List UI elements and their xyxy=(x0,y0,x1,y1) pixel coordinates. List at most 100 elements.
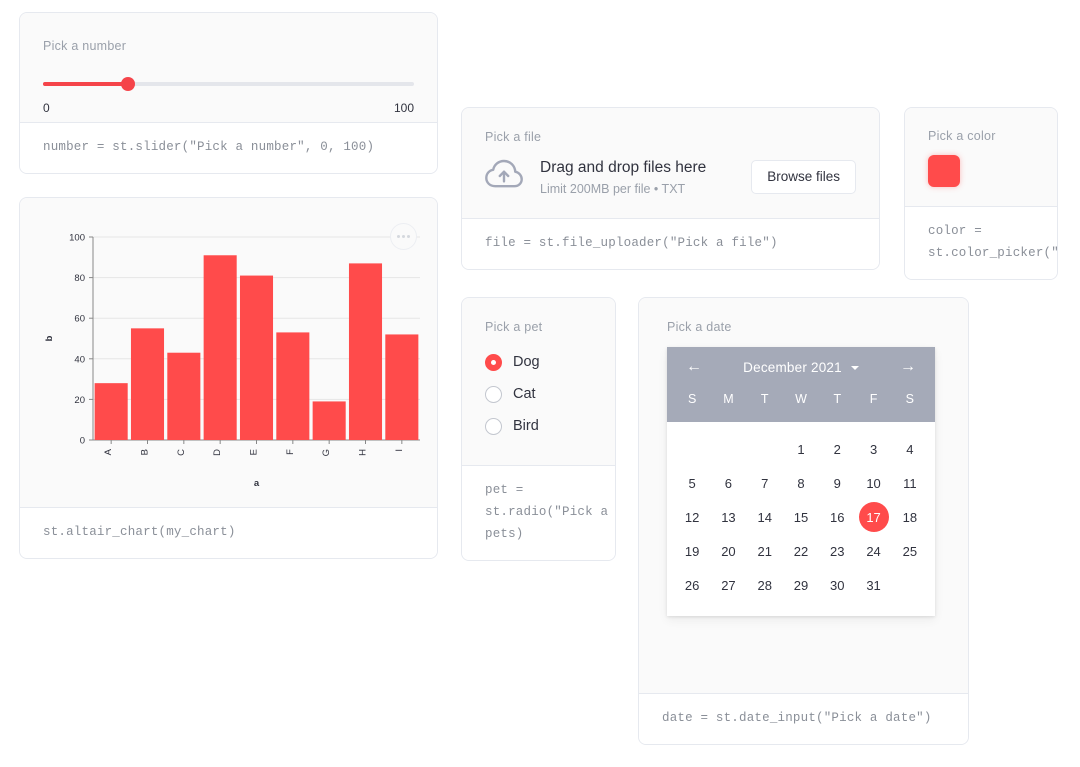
x-tick-label: G xyxy=(321,449,332,456)
calendar-day[interactable]: 5 xyxy=(674,466,710,500)
x-tick-label: A xyxy=(103,448,114,455)
overflow-dots-icon[interactable] xyxy=(390,223,417,250)
calendar-day[interactable]: 6 xyxy=(710,466,746,500)
calendar-day[interactable]: 24 xyxy=(855,534,891,568)
calendar-day-number: 9 xyxy=(833,475,841,491)
y-tick-label: 80 xyxy=(74,273,85,284)
weekday-3: W xyxy=(795,392,807,406)
calendar-day[interactable]: 13 xyxy=(710,500,746,534)
radio-option-cat[interactable]: Cat xyxy=(485,379,592,409)
radio-option-label: Bird xyxy=(513,418,539,434)
weekday-5: F xyxy=(869,392,878,406)
calendar-day[interactable]: 22 xyxy=(783,534,819,568)
bar-B xyxy=(130,328,165,440)
x-tick-label: B xyxy=(140,449,151,455)
weekday-6: S xyxy=(905,392,915,406)
color-card-body: Pick a color xyxy=(905,108,1057,207)
calendar-day[interactable]: 30 xyxy=(819,568,855,602)
calendar-day[interactable]: 19 xyxy=(674,534,710,568)
calendar-day-number: 23 xyxy=(830,543,845,559)
app-canvas: Pick a number 0 100 number = st.slider("… xyxy=(0,0,1080,767)
calendar-weekday-row: SMTWTFS xyxy=(667,387,935,415)
dropzone-title: Drag and drop files here xyxy=(540,159,707,176)
calendar-day[interactable]: 14 xyxy=(747,500,783,534)
calendar-day[interactable]: 11 xyxy=(892,466,928,500)
bar-H xyxy=(348,263,383,440)
radio-dot-icon[interactable] xyxy=(485,417,502,435)
color-swatch-button[interactable] xyxy=(928,155,960,187)
date-input-label: Pick a date xyxy=(667,320,732,334)
calendar-day-number: 5 xyxy=(688,475,696,491)
slider-min-label: 0 xyxy=(43,101,50,115)
calendar-day[interactable]: 3 xyxy=(855,432,891,466)
calendar-day[interactable]: 9 xyxy=(819,466,855,500)
calendar-day[interactable]: 2 xyxy=(819,432,855,466)
calendar-day-number: 6 xyxy=(724,475,733,491)
radio-option-label: Cat xyxy=(513,386,536,402)
radio-group: Dog Cat Bird xyxy=(485,347,592,441)
calendar-month-text: December 2021 xyxy=(743,359,842,375)
x-tick-label: C xyxy=(176,449,187,456)
calendar-day-selected[interactable]: 17 xyxy=(855,500,891,534)
slider-card-body: Pick a number 0 100 xyxy=(20,13,437,123)
calendar-day[interactable]: 23 xyxy=(819,534,855,568)
dot xyxy=(397,235,400,238)
calendar-day-number: 11 xyxy=(903,475,917,491)
y-tick-label: 0 xyxy=(80,436,85,447)
file-dropzone[interactable]: Drag and drop files here Limit 200MB per… xyxy=(485,158,856,196)
calendar-day[interactable]: 20 xyxy=(710,534,746,568)
calendar-day[interactable]: 27 xyxy=(710,568,746,602)
calendar-day-number: 26 xyxy=(684,577,700,593)
calendar-day[interactable]: 10 xyxy=(855,466,891,500)
calendar-day[interactable]: 21 xyxy=(747,534,783,568)
slider-control[interactable] xyxy=(43,77,414,91)
calendar-day[interactable]: 28 xyxy=(747,568,783,602)
calendar-day-number: 27 xyxy=(721,577,736,593)
slider-thumb[interactable] xyxy=(121,77,136,91)
caret-down-icon[interactable] xyxy=(850,365,859,370)
calendar-day-number: 2 xyxy=(833,441,841,457)
calendar-day[interactable]: 4 xyxy=(892,432,928,466)
date-card-body: Pick a date ← December 2021 → SMTWTFS 00… xyxy=(639,298,968,694)
calendar-day[interactable]: 7 xyxy=(747,466,783,500)
arrow-left-icon[interactable]: ← xyxy=(681,359,707,375)
date-input-widget-card: Pick a date ← December 2021 → SMTWTFS 00… xyxy=(638,297,969,745)
radio-group-label: Pick a pet xyxy=(485,320,543,334)
browse-files-button[interactable]: Browse files xyxy=(751,159,856,195)
radio-dot-icon[interactable] xyxy=(485,353,502,371)
weekday-1: M xyxy=(723,392,734,406)
calendar-day[interactable]: 12 xyxy=(674,500,710,534)
calendar-day[interactable]: 1 xyxy=(783,432,819,466)
color-picker-label: Pick a color xyxy=(928,129,996,143)
chart-code-snippet: st.altair_chart(my_chart) xyxy=(20,507,437,558)
cloud-upload-icon xyxy=(485,159,523,194)
radio-option-bird[interactable]: Bird xyxy=(485,411,592,441)
calendar-day-grid: 0001234567891011121314151617181920212223… xyxy=(667,422,935,616)
calendar-day-number: 31 xyxy=(866,577,881,593)
calendar-day[interactable]: 16 xyxy=(819,500,855,534)
calendar-nav: ← December 2021 → xyxy=(667,347,935,387)
calendar-empty-cell: 0 xyxy=(710,432,746,466)
calendar-day-number: 4 xyxy=(906,441,914,457)
arrow-right-icon[interactable]: → xyxy=(895,359,921,375)
calendar-day[interactable]: 29 xyxy=(783,568,819,602)
calendar-day-number: 13 xyxy=(721,509,736,525)
calendar-empty-cell: 0 xyxy=(674,432,710,466)
calendar-day[interactable]: 15 xyxy=(783,500,819,534)
calendar-month-title[interactable]: December 2021 xyxy=(707,360,895,375)
calendar-day[interactable]: 18 xyxy=(892,500,928,534)
calendar-day[interactable]: 31 xyxy=(855,568,891,602)
radio-option-dog[interactable]: Dog xyxy=(485,347,592,377)
calendar-day-number: 25 xyxy=(902,543,918,559)
slider-range-labels: 0 100 xyxy=(43,101,414,115)
slider-fill xyxy=(43,82,129,86)
dropzone-limits: Limit 200MB per file • TXT xyxy=(540,181,686,196)
calendar-header: ← December 2021 → S M T W T F S xyxy=(667,347,935,422)
calendar-day[interactable]: 25 xyxy=(892,534,928,568)
x-tick-label: F xyxy=(285,449,296,455)
radio-dot-icon[interactable] xyxy=(485,385,502,403)
calendar-day[interactable]: 26 xyxy=(674,568,710,602)
bar-E xyxy=(239,275,274,440)
calendar-day[interactable]: 8 xyxy=(783,466,819,500)
calendar-day-number: 18 xyxy=(902,509,918,525)
